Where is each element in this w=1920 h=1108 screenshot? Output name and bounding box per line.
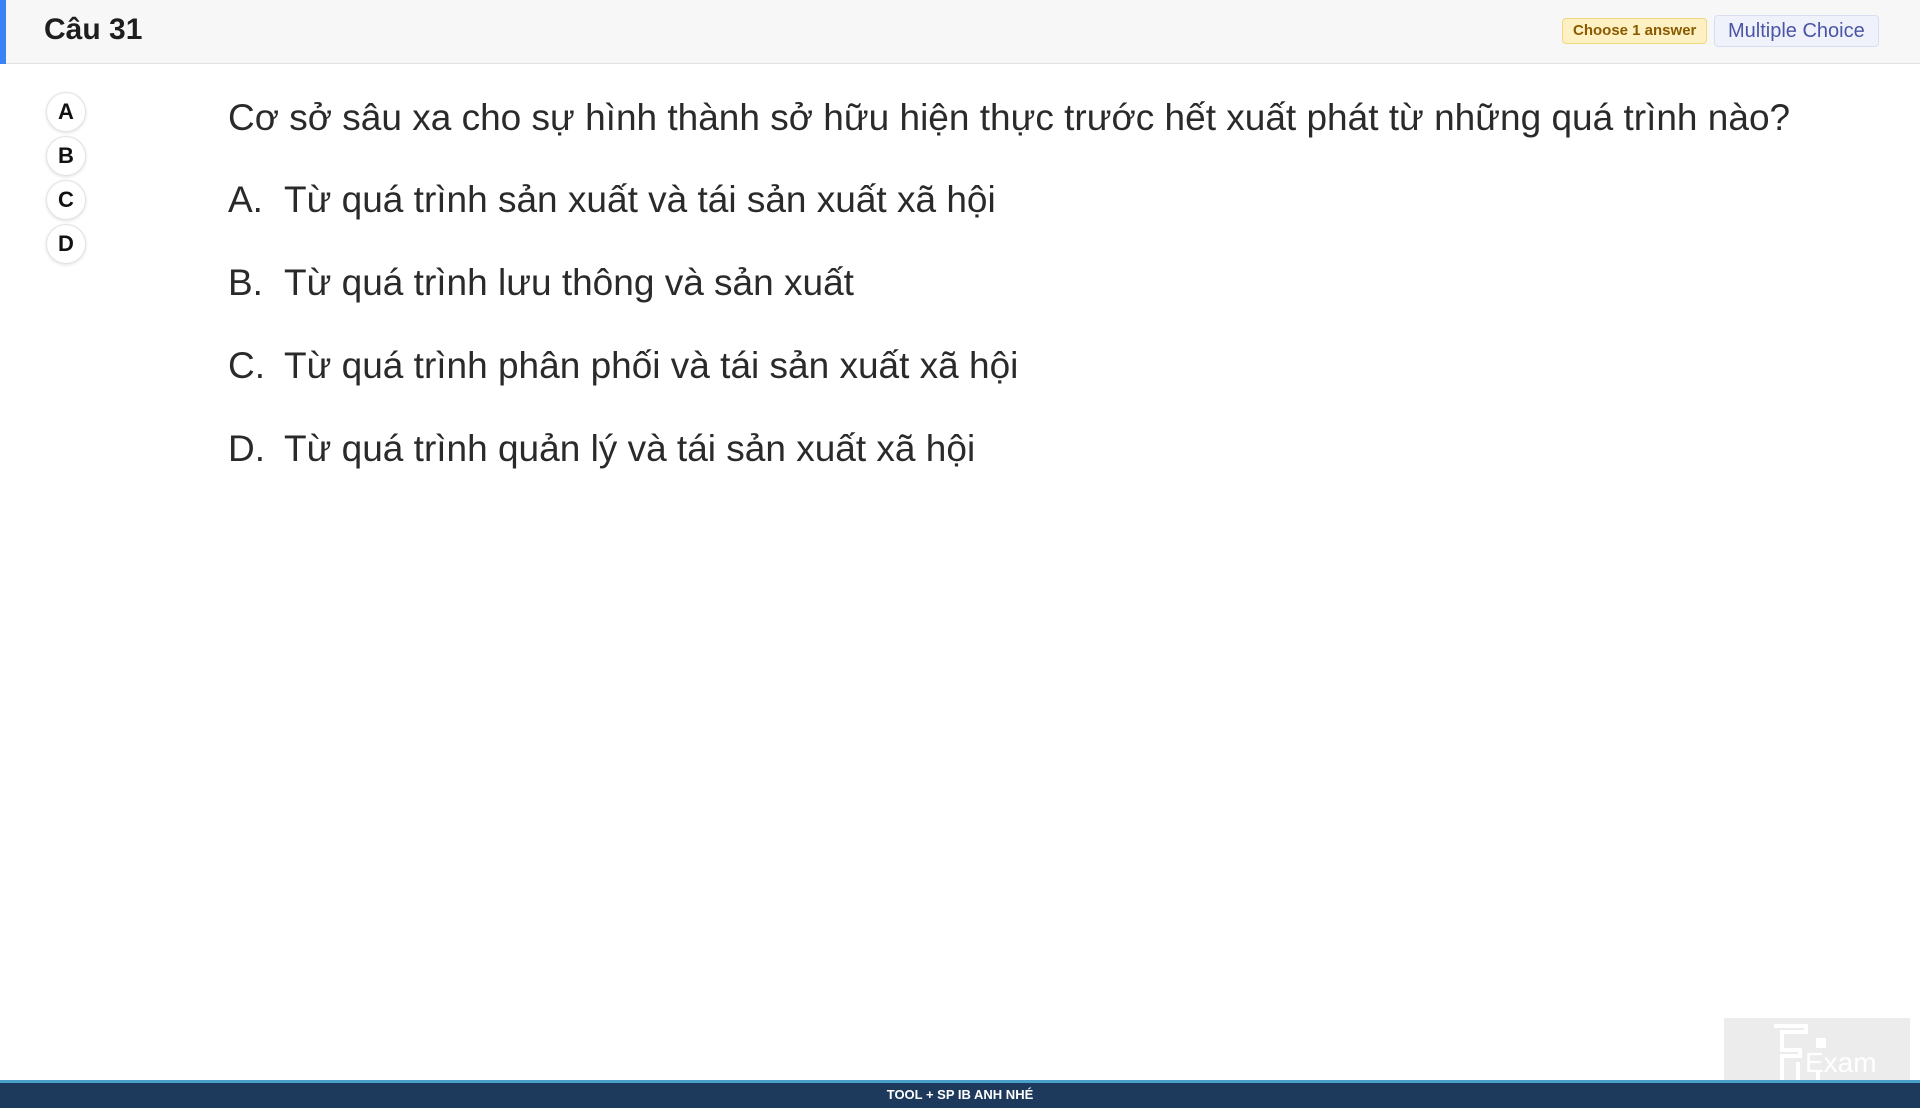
answer-d-letter: D.	[228, 428, 265, 469]
answer-a: A. Từ quá trình sản xuất và tái sản xuất …	[228, 178, 1828, 222]
answer-a-text: Từ quá trình sản xuất và tái sản xuất xã…	[284, 179, 996, 220]
question-number-title: Câu 31	[44, 13, 143, 46]
footer-bar: TOOL + SP IB ANH NHÉ	[0, 1080, 1920, 1108]
option-b-button[interactable]: B	[46, 136, 86, 176]
footer-text: TOOL + SP IB ANH NHÉ	[886, 1087, 1034, 1102]
answer-c-letter: C.	[228, 345, 265, 386]
question-header: Câu 31 Choose 1 answer Multiple Choice	[0, 0, 1920, 64]
answer-b-text: Từ quá trình lưu thông và sản xuất	[284, 262, 854, 303]
header-accent-bar	[0, 0, 6, 64]
option-c-button[interactable]: C	[46, 180, 86, 220]
option-d-button[interactable]: D	[46, 224, 86, 264]
answer-b-letter: B.	[228, 262, 263, 303]
answer-option-selector: A B C D	[46, 92, 86, 268]
answer-c-text: Từ quá trình phân phối và tái sản xuất x…	[284, 345, 1019, 386]
answer-c: C. Từ quá trình phân phối và tái sản xuất…	[228, 344, 1828, 388]
answer-a-letter: A.	[228, 179, 263, 220]
option-a-button[interactable]: A	[46, 92, 86, 132]
answer-b: B. Từ quá trình lưu thông và sản xuất	[228, 261, 1828, 305]
answer-d: D. Từ quá trình quản lý và tái sản xuất x…	[228, 427, 1828, 471]
question-content: Cơ sở sâu xa cho sự hình thành sở hữu hi…	[228, 96, 1828, 510]
question-type-badge: Multiple Choice	[1714, 15, 1879, 47]
choose-count-badge: Choose 1 answer	[1562, 18, 1708, 44]
logo-text: Exam	[1805, 1047, 1877, 1078]
question-text: Cơ sở sâu xa cho sự hình thành sở hữu hi…	[228, 97, 1791, 138]
answer-d-text: Từ quá trình quản lý và tái sản xuất xã …	[284, 428, 976, 469]
